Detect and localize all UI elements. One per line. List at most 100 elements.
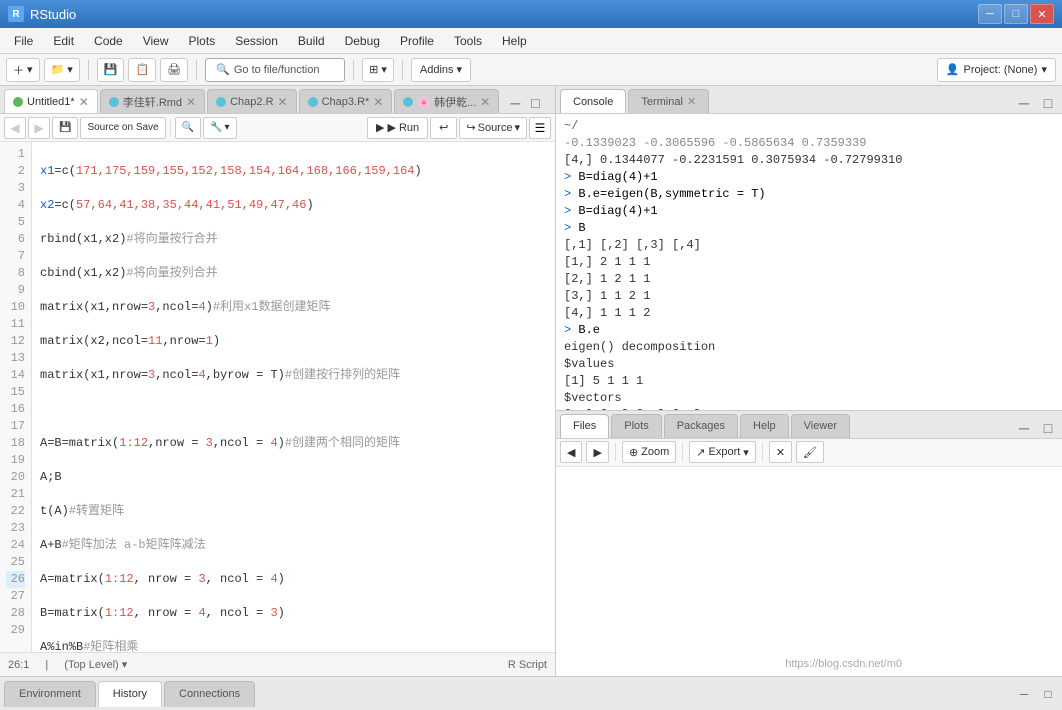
console-minimize-btn[interactable]: ─: [1014, 93, 1034, 113]
menu-item-debug[interactable]: Debug: [335, 31, 390, 51]
tab-close-cuiyue[interactable]: ✕: [480, 95, 490, 109]
grid-view-button[interactable]: ⊞ ▾: [362, 58, 394, 82]
menu-item-plots[interactable]: Plots: [179, 31, 226, 51]
line-num-10: 10: [6, 299, 25, 316]
search-btn[interactable]: 🔍: [175, 117, 201, 139]
console-maximize-btn[interactable]: □: [1038, 93, 1058, 113]
close-button[interactable]: ✕: [1030, 4, 1054, 24]
right-panel: Console Terminal ✕ ─ □ ~/ -0.1339023 -0.…: [556, 86, 1062, 676]
console-content[interactable]: ~/ -0.1339023 -0.3065596 -0.5865634 0.73…: [556, 114, 1062, 410]
console-prompt-2: > B.e=eigen(B,symmetric = T): [564, 186, 1054, 203]
files-minimize-btn[interactable]: ─: [1014, 418, 1034, 438]
source-label: Source: [478, 122, 513, 134]
tab-close-chap3r[interactable]: ✕: [373, 95, 383, 109]
tab-terminal[interactable]: Terminal ✕: [628, 89, 709, 113]
prompt-cmd-5: B.e: [578, 323, 600, 337]
console-out-matrix-r3: [3,] 1 1 2 1: [564, 288, 1054, 305]
maximize-button[interactable]: □: [1004, 4, 1028, 24]
tab-viewer[interactable]: Viewer: [791, 414, 850, 438]
editor-minimize-btn[interactable]: ─: [505, 93, 525, 113]
tab-history[interactable]: History: [98, 681, 162, 707]
menu-item-tools[interactable]: Tools: [444, 31, 492, 51]
menu-item-profile[interactable]: Profile: [390, 31, 444, 51]
search-replace-btn[interactable]: 🔧 ▾: [203, 117, 236, 139]
search-dropdown-icon: ▾: [225, 122, 230, 133]
tab-packages[interactable]: Packages: [664, 414, 738, 438]
menu-item-file[interactable]: File: [4, 31, 43, 51]
brush-btn[interactable]: 🖌: [796, 441, 824, 463]
save-button[interactable]: 💾: [97, 58, 125, 82]
code-line-11: t(A)#转置矩阵: [40, 503, 547, 520]
files-sep-2: [682, 443, 683, 461]
tab-help[interactable]: Help: [740, 414, 789, 438]
editor-maximize-btn[interactable]: □: [525, 93, 545, 113]
code-content[interactable]: x1=c(171,175,159,155,152,158,154,164,168…: [32, 142, 555, 652]
goto-file-button[interactable]: 🔍 Go to file/function: [205, 58, 345, 82]
run-label: ▶ Run: [387, 121, 419, 134]
menu-item-code[interactable]: Code: [84, 31, 133, 51]
save-all-button[interactable]: 📋: [128, 58, 156, 82]
line-num-7: 7: [6, 248, 25, 265]
files-maximize-btn[interactable]: □: [1038, 418, 1058, 438]
files-forward-btn[interactable]: ▶: [586, 441, 608, 463]
clear-btn[interactable]: ✕: [769, 441, 792, 463]
tab-files[interactable]: Files: [560, 414, 609, 438]
tab-chap3r[interactable]: Chap3.R* ✕: [299, 89, 393, 113]
print-button[interactable]: 🖨: [160, 58, 188, 82]
source-on-save-btn[interactable]: Source on Save: [80, 117, 165, 139]
tab-connections[interactable]: Connections: [164, 681, 255, 707]
menu-item-help[interactable]: Help: [492, 31, 537, 51]
re-run-btn[interactable]: ↩: [430, 117, 457, 139]
files-back-btn[interactable]: ◀: [560, 441, 582, 463]
new-file-button[interactable]: ＋ ▾: [6, 58, 40, 82]
line-numbers: 1 2 3 4 5 6 7 8 9 10 11 12 13 14 15 16 1…: [0, 142, 32, 652]
console-prompt-3: > B=diag(4)+1: [564, 203, 1054, 220]
menu-btn[interactable]: ☰: [529, 117, 551, 139]
source-btn[interactable]: ↪ Source ▾: [459, 117, 527, 139]
tab-chap2r[interactable]: Chap2.R ✕: [207, 89, 296, 113]
bottom-maximize-btn[interactable]: □: [1038, 684, 1058, 704]
editor-panel: Untitled1* ✕ 李佳轩.Rmd ✕ Chap2.R ✕ Chap3.R…: [0, 86, 556, 676]
menu-item-edit[interactable]: Edit: [43, 31, 84, 51]
tab-plots[interactable]: Plots: [611, 414, 661, 438]
code-line-14: B=matrix(1:12, nrow = 4, ncol = 3): [40, 605, 547, 622]
tab-close-untitled1[interactable]: ✕: [79, 95, 89, 109]
project-button[interactable]: 👤 Project: (None) ▾: [937, 58, 1056, 82]
tab-close-lijianrmd[interactable]: ✕: [186, 95, 196, 109]
window-controls: ─ □ ✕: [978, 4, 1054, 24]
line-num-23: 23: [6, 520, 25, 537]
print-icon: 🖨: [167, 63, 181, 76]
tab-label-untitled1: Untitled1*: [27, 96, 75, 108]
open-file-button[interactable]: 📁 ▾: [44, 58, 80, 82]
addins-button[interactable]: Addins ▾: [411, 58, 471, 82]
nav-forward-btn[interactable]: ▶: [28, 117, 50, 139]
editor-save-btn[interactable]: 💾: [52, 117, 78, 139]
terminal-close-icon[interactable]: ✕: [687, 95, 696, 108]
help-tab-label: Help: [753, 420, 776, 432]
prompt-cmd-2: B.e=eigen(B,symmetric = T): [578, 187, 765, 201]
search-replace-icon: 🔧: [210, 122, 222, 133]
menu-item-build[interactable]: Build: [288, 31, 335, 51]
export-btn[interactable]: ↗ Export ▾: [689, 441, 756, 463]
menu-item-view[interactable]: View: [133, 31, 179, 51]
tab-lijianrmd[interactable]: 李佳轩.Rmd ✕: [100, 89, 205, 113]
nav-back-btn[interactable]: ◀: [4, 117, 26, 139]
editor-toolbar: ◀ ▶ 💾 Source on Save 🔍 🔧 ▾ ▶ ▶ Run: [0, 114, 555, 142]
tab-label-lijianrmd: 李佳轩.Rmd: [123, 94, 182, 110]
zoom-btn[interactable]: ⊕ Zoom: [622, 441, 676, 463]
tab-environment[interactable]: Environment: [4, 681, 96, 707]
tab-console[interactable]: Console: [560, 89, 626, 113]
run-btn[interactable]: ▶ ▶ Run: [367, 117, 428, 139]
console-prompt-4: > B: [564, 220, 1054, 237]
title-bar: R RStudio ─ □ ✕: [0, 0, 1062, 28]
bottom-minimize-btn[interactable]: ─: [1014, 684, 1034, 704]
console-prompt-5: > B.e: [564, 322, 1054, 339]
minimize-button[interactable]: ─: [978, 4, 1002, 24]
tab-cuiyue[interactable]: 🌸 韩伊乾... ✕: [394, 89, 499, 113]
tab-untitled1[interactable]: Untitled1* ✕: [4, 89, 98, 113]
code-editor[interactable]: 1 2 3 4 5 6 7 8 9 10 11 12 13 14 15 16 1…: [0, 142, 555, 652]
menu-item-session[interactable]: Session: [225, 31, 288, 51]
bottom-controls: ─ □: [1014, 684, 1058, 704]
tab-close-chap2r[interactable]: ✕: [278, 95, 288, 109]
prompt-symbol-2: >: [564, 187, 578, 201]
